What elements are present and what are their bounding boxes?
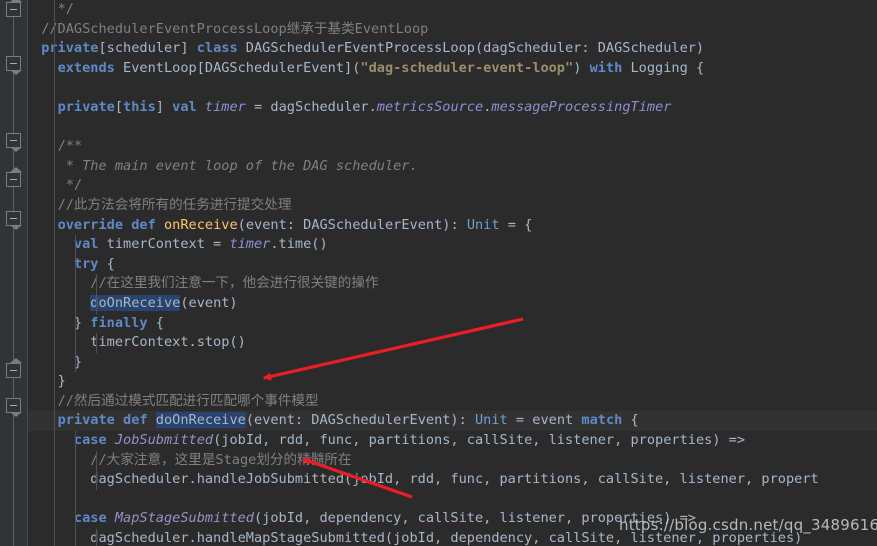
code-line[interactable]: */ [28,0,877,20]
code-line[interactable]: /** [28,137,877,157]
editor-gutter [0,0,28,546]
code-line[interactable]: * The main event loop of the DAG schedul… [28,156,877,177]
code-line[interactable]: val timerContext = timer.time() [28,235,877,255]
code-line[interactable]: } [28,372,877,392]
fold-marker-doc-comment[interactable] [6,133,22,152]
code-line[interactable]: //在这里我们注意一下，他会进行很关键的操作 [28,274,877,294]
code-line[interactable]: try { [28,254,877,275]
selected-identifier[interactable]: doOnReceive [90,294,181,311]
code-line[interactable]: private[scheduler] class DAGSchedulerEve… [28,39,877,59]
fold-marker-onreceive-end[interactable] [6,358,22,378]
code-line[interactable]: } finally { [28,313,877,334]
watermark-url: https://blog.csdn.net/qq_34896163 [619,516,877,534]
code-line[interactable]: //DAGSchedulerEventProcessLoop继承于基类Event… [28,19,877,40]
code-line[interactable]: dagScheduler.handleJobSubmitted(jobId, r… [28,470,877,490]
code-line[interactable]: //此方法会将所有的任务进行提交处理 [28,195,877,216]
code-editor-screenshot: */ //DAGSchedulerEventProcessLoop继承于基类Ev… [0,0,877,546]
fold-marker-onreceive[interactable] [6,211,22,230]
code-line-current[interactable]: private def doOnReceive(event: DAGSchedu… [28,411,877,432]
code-line[interactable]: //大家注意，这里是Stage划分的精髓所在 [28,450,877,471]
fold-marker-end-comment[interactable] [6,0,22,17]
code-line[interactable]: case JobSubmitted(jobId, rdd, func, part… [28,431,877,451]
selected-identifier-definition[interactable]: doOnReceive [155,412,246,429]
code-line[interactable]: override def onReceive(event: DAGSchedul… [28,215,877,236]
code-line[interactable]: */ [28,176,877,196]
code-content[interactable]: */ //DAGSchedulerEventProcessLoop继承于基类Ev… [28,0,877,546]
fold-marker-doonreceive[interactable] [6,398,22,417]
code-line[interactable] [28,117,877,138]
fold-marker-class-extends[interactable] [6,56,22,75]
code-line[interactable] [28,489,877,510]
fold-marker-doc-comment-end[interactable] [6,167,22,187]
code-line[interactable]: } [28,352,877,373]
code-line[interactable]: //然后通过模式匹配进行匹配哪个事件模型 [28,391,877,412]
code-line[interactable]: private[this] val timer = dagScheduler.m… [28,97,877,118]
code-line[interactable] [28,78,877,98]
code-line[interactable]: doOnReceive(event) [28,293,877,314]
code-line[interactable]: timerContext.stop() [28,333,877,353]
gutter-spine [13,0,14,546]
code-line[interactable]: extends EventLoop[DAGSchedulerEvent]("da… [28,58,877,79]
